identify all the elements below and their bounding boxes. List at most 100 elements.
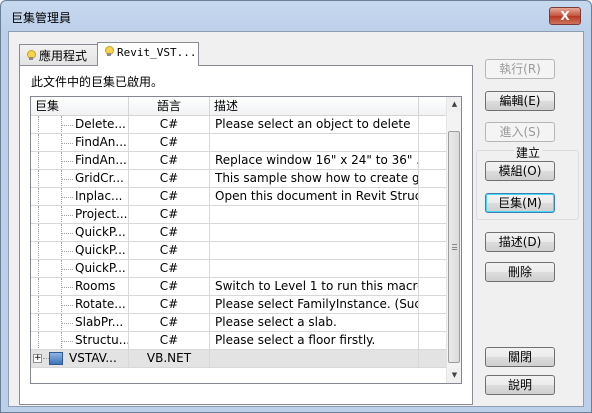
macro-name: QuickP... <box>75 261 126 275</box>
tree-line <box>61 161 73 162</box>
close-button[interactable]: 關閉 <box>485 347 555 367</box>
macro-name-cell: GridCr... <box>31 170 129 187</box>
grid-rows: Delete... C# Please select an object to de… <box>31 116 447 368</box>
macro-name: FindAn... <box>75 135 127 149</box>
expand-plus-icon[interactable]: + <box>33 354 42 363</box>
macro-name: Structu... <box>75 333 129 347</box>
table-row[interactable]: QuickP... C# <box>31 260 447 278</box>
tree-line <box>38 314 39 331</box>
macro-description: Please select an object to delete <box>210 116 419 133</box>
scrollbar-thumb[interactable] <box>448 131 460 363</box>
macro-name-cell: Inplac... <box>31 188 129 205</box>
table-row[interactable]: Rotate... C# Please select FamilyInstance.… <box>31 296 447 314</box>
macro-name-cell: Delete... <box>31 116 129 133</box>
macro-name: QuickP... <box>75 243 126 257</box>
macro-description: This sample show how to create g... <box>210 170 419 187</box>
delete-button[interactable]: 刪除 <box>485 262 555 282</box>
window-close-button[interactable]: X <box>549 7 581 25</box>
macro-language: C# <box>129 296 210 313</box>
tree-line <box>38 116 39 133</box>
vertical-scrollbar[interactable]: ▲ ▼ <box>446 97 461 383</box>
macro-language: C# <box>129 314 210 331</box>
table-row[interactable]: SlabPr... C# Please select a slab. <box>31 314 447 332</box>
macro-name-cell: Rotate... <box>31 296 129 313</box>
macro-name-cell: FindAn... <box>31 152 129 169</box>
table-row[interactable]: FindAn... C# Replace window 16" x 24" to 3… <box>31 152 447 170</box>
macro-description: Switch to Level 1 to run this macro... <box>210 278 419 295</box>
tree-line <box>38 260 39 277</box>
run-button[interactable]: 執行(R) <box>485 59 555 79</box>
tab-application[interactable]: 應用程式 <box>19 44 98 65</box>
lightbulb-icon <box>26 50 36 61</box>
module-button[interactable]: 模組(O) <box>485 161 555 181</box>
macro-grid[interactable]: 巨集 語言 描述 Delete... C# Please select an obj… <box>30 96 462 384</box>
macro-description <box>210 206 419 223</box>
macro-name-cell: FindAn... <box>31 134 129 151</box>
macro-language: C# <box>129 332 210 349</box>
tree-line <box>38 224 39 241</box>
tree-line <box>61 197 73 198</box>
lightbulb-icon <box>104 46 114 57</box>
macro-description: Please select a floor firstly. <box>210 332 419 349</box>
edit-button[interactable]: 編輯(E) <box>485 91 555 111</box>
tree-line <box>38 242 39 259</box>
table-row[interactable]: QuickP... C# <box>31 224 447 242</box>
table-row[interactable]: Rooms C# Switch to Level 1 to run this mac… <box>31 278 447 296</box>
macro-description <box>210 224 419 241</box>
macro-description <box>210 260 419 277</box>
table-row[interactable]: QuickP... C# <box>31 242 447 260</box>
tree-line <box>61 143 73 144</box>
macro-name-cell: Project... <box>31 206 129 223</box>
macro-name: Rotate... <box>75 297 126 311</box>
macro-name: GridCr... <box>75 171 124 185</box>
table-row[interactable]: GridCr... C# This sample show how to creat… <box>31 170 447 188</box>
scroll-down-arrow-icon[interactable]: ▼ <box>448 368 461 383</box>
tree-line <box>38 152 39 169</box>
tree-line <box>61 179 73 180</box>
table-row[interactable]: FindAn... C# <box>31 134 447 152</box>
scroll-up-arrow-icon[interactable]: ▲ <box>448 97 461 112</box>
title-bar[interactable]: 巨集管理員 X <box>1 1 591 31</box>
macro-description: Please select a slab. <box>210 314 419 331</box>
step-into-button[interactable]: 進入(S) <box>485 122 555 142</box>
tree-line <box>61 341 73 342</box>
tree-line <box>61 305 73 306</box>
macro-description <box>210 134 419 151</box>
tree-line <box>61 323 73 324</box>
grid-header: 巨集 語言 描述 <box>31 97 447 116</box>
module-name-cell: + VSTAV... <box>31 350 129 367</box>
table-row[interactable]: Inplac... C# Open this document in Revit S… <box>31 188 447 206</box>
macro-description: Replace window 16" x 24" to 36" ... <box>210 152 419 169</box>
macros-enabled-message: 此文件中的巨集已啟用。 <box>31 75 164 89</box>
tab-revit-vst[interactable]: Revit_VST... <box>97 42 199 66</box>
document-macros-panel: 此文件中的巨集已啟用。 巨集 語言 描述 Delete... C# Please s… <box>19 65 473 405</box>
macro-language: C# <box>129 116 210 133</box>
macro-language: C# <box>129 188 210 205</box>
tree-line <box>61 269 73 270</box>
tree-line <box>38 188 39 205</box>
macro-language: C# <box>129 224 210 241</box>
macro-name-cell: QuickP... <box>31 242 129 259</box>
macro-name: Inplac... <box>75 189 123 203</box>
macro-description <box>210 242 419 259</box>
column-header-language[interactable]: 語言 <box>129 97 210 116</box>
tab-application-label: 應用程式 <box>39 49 88 63</box>
macro-language: C# <box>129 278 210 295</box>
table-row[interactable]: Project... C# <box>31 206 447 224</box>
macro-button[interactable]: 巨集(M) <box>485 193 555 213</box>
tree-line <box>38 332 39 349</box>
macro-description: Please select FamilyInstance. (Suc... <box>210 296 419 313</box>
help-button[interactable]: 說明 <box>485 375 555 395</box>
column-header-description[interactable]: 描述 <box>210 97 419 116</box>
table-row[interactable]: Structu... C# Please select a floor firstl… <box>31 332 447 350</box>
module-name: VSTAV... <box>69 351 117 365</box>
macro-manager-window: 巨集管理員 X 應用程式 Revit_VST... 此文件中的巨集已啟用。 巨集… <box>0 0 592 413</box>
column-header-macro[interactable]: 巨集 <box>31 97 129 116</box>
macro-name: Rooms <box>75 279 116 293</box>
macro-name: Delete... <box>75 117 126 131</box>
macro-language: C# <box>129 206 210 223</box>
table-row[interactable]: Delete... C# Please select an object to de… <box>31 116 447 134</box>
macro-description: Open this document in Revit Struc... <box>210 188 419 205</box>
describe-button[interactable]: 描述(D) <box>485 232 555 252</box>
module-group-row[interactable]: + VSTAV... VB.NET <box>31 350 447 368</box>
